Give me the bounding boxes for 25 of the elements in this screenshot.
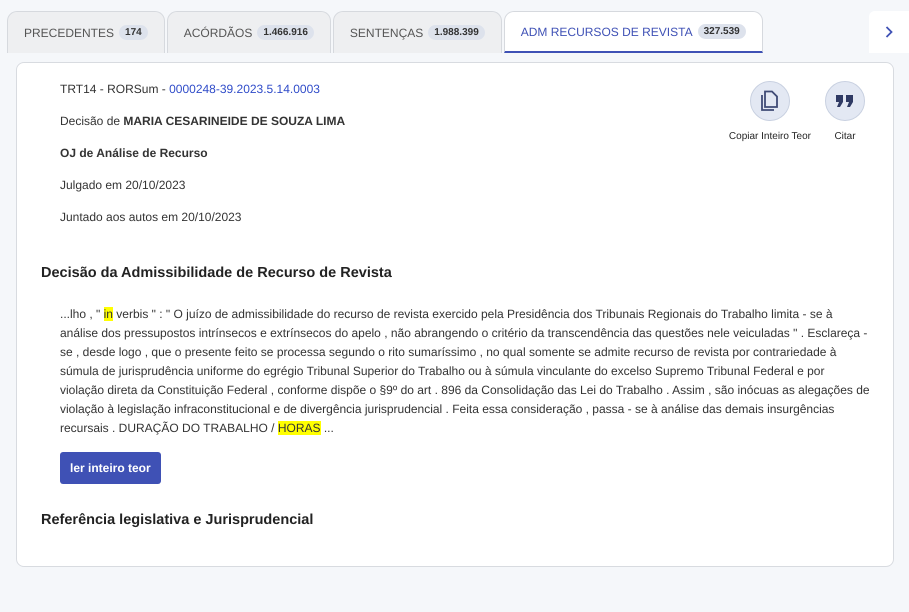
judging-body: OJ de Análise de Recurso (60, 145, 209, 161)
chevron-right-icon (885, 26, 893, 38)
section-title: Referência legislativa e Jurisprudencial (41, 512, 314, 528)
count-badge: 1.466.916 (257, 25, 314, 40)
copy-button[interactable] (750, 81, 790, 121)
count-badge: 1.988.399 (428, 25, 485, 40)
judged-date: Julgado em 20/10/2023 (60, 177, 186, 193)
tab[interactable]: PRECEDENTES 174 (7, 11, 165, 53)
action-label: Copiar Inteiro Teor (728, 131, 811, 142)
court-label: TRT14 - RORSum - 0000248-39.2023.5.14.0003 (60, 81, 321, 97)
quote-icon (835, 94, 855, 108)
process-link[interactable]: 0000248-39.2023.5.14.0003 (169, 82, 320, 96)
tab[interactable]: SENTENÇAS 1.988.399 (332, 11, 502, 53)
section-title: Decisão da Admissibilidade de Recurso de Revista (41, 265, 393, 281)
tab[interactable]: ADM RECURSOS DE REVISTA 327.539 (504, 11, 763, 53)
attached-date: Juntado aos autos em 20/10/2023 (60, 209, 242, 225)
decision-author: Decisão de MARIA CESARINEIDE DE SOUZA LIMA (60, 113, 346, 129)
decision-excerpt: ...lho , " in verbis " : " O juízo de admissibilidade do recurso de revista exercido pela Presidência dos Tribunais Regionais do Trabalho limita - se à análise dos pressupostos intrínsecos e extrínsecos do apelo , não abrangendo o critério da transcendência das questões nele veiculadas " . Esclareça - se , desde logo , que o presente feito se processa segundo o rito sumaríssimo , no qual somente se admite recurso de revista por contrariedade à súmula de jurisprudência uniforme do egrégio Tribunal Superior do Trabalho ou à súmula vinculante do excelso Supremo Tribunal Federal e por violação direta da Constituição Federal , conforme dispõe o §9º do art . 896 da Consolidação das Lei do Trabalho . Assim , são inócuas as alegações de violação à legislação infraconstitucional e de divergência jurisprudencial . Feita essa consideração , passa - se à análise das demais insurgências recursais . DURAÇÃO DO TRABALHO / HORAS ... (60, 306, 870, 437)
copy-icon (760, 90, 780, 112)
count-badge: 327.539 (698, 24, 746, 39)
cite-button[interactable] (825, 81, 865, 121)
action-label: Citar (834, 131, 856, 142)
count-badge: 174 (119, 25, 148, 40)
read-full-button[interactable]: ler inteiro teor (60, 452, 161, 484)
tab[interactable]: ACÓRDÃOS 1.466.916 (166, 11, 331, 53)
